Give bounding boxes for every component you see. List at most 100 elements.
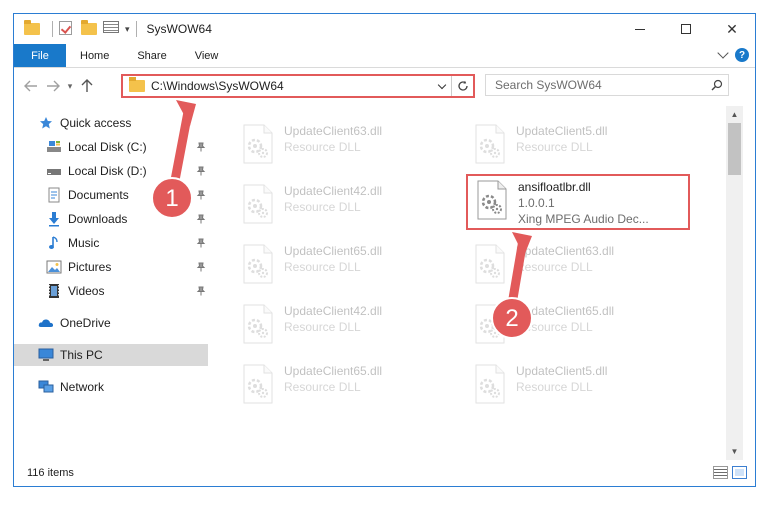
tab-share[interactable]: Share: [123, 44, 180, 67]
sidebar-item-label: Videos: [68, 284, 105, 298]
file-item[interactable]: UpdateClient5.dll Resource DLL: [466, 360, 690, 416]
sidebar-item-label: Downloads: [68, 212, 128, 226]
search-input[interactable]: [486, 78, 706, 92]
address-path[interactable]: C:\Windows\SysWOW64: [151, 79, 433, 93]
file-name: UpdateClient5.dll: [516, 124, 608, 138]
sidebar-item-pictures[interactable]: Pictures: [46, 256, 208, 278]
sidebar-item-local-disk-c[interactable]: Local Disk (C:): [46, 136, 208, 158]
sidebar-item-label: Local Disk (D:): [68, 164, 147, 178]
address-bar[interactable]: C:\Windows\SysWOW64: [121, 74, 475, 98]
file-list: UpdateClient63.dll Resource DLL UpdateClie…: [222, 106, 726, 460]
file-meta: UpdateClient63.dll Resource DLL: [516, 240, 614, 275]
pin-icon[interactable]: [196, 237, 206, 248]
sidebar-item-videos[interactable]: Videos: [46, 280, 208, 302]
sidebar-item-this-pc[interactable]: This PC: [14, 344, 208, 366]
file-item[interactable]: UpdateClient63.dll Resource DLL: [466, 240, 690, 296]
file-item[interactable]: UpdateClient42.dll Resource DLL: [234, 180, 458, 236]
back-button[interactable]: [20, 75, 42, 97]
forward-arrow-icon: [47, 80, 60, 92]
network-icon: [38, 379, 54, 395]
up-button[interactable]: [76, 75, 98, 97]
file-meta: UpdateClient65.dll Resource DLL: [516, 300, 614, 335]
sidebar-item-label: Pictures: [68, 260, 112, 274]
properties-icon[interactable]: [59, 21, 75, 37]
dll-file-icon: [474, 124, 506, 164]
sidebar-item-downloads[interactable]: Downloads: [46, 208, 208, 230]
file-type: Resource DLL: [284, 140, 361, 154]
file-item[interactable]: UpdateClient65.dll Resource DLL: [234, 240, 458, 296]
scroll-up-icon[interactable]: ▲: [726, 106, 743, 123]
file-name: ansifloatlbr.dll: [518, 180, 591, 194]
sidebar-item-quick-access[interactable]: Quick access: [38, 112, 208, 134]
pin-icon[interactable]: [196, 189, 206, 200]
file-meta: UpdateClient42.dll Resource DLL: [284, 300, 382, 335]
file-item-ansifloatlbr[interactable]: ansifloatlbr.dll 1.0.0.1 Xing MPEG Audio D…: [466, 174, 690, 230]
sidebar-item-label: Documents: [68, 188, 129, 202]
customize-dropdown-icon[interactable]: ▾: [125, 24, 130, 35]
search-box[interactable]: [485, 74, 729, 96]
dll-file-icon: [242, 124, 274, 164]
folder-icon: [129, 77, 145, 92]
ribbon: File Home Share View ?: [14, 44, 755, 68]
file-type: Resource DLL: [284, 320, 361, 334]
help-icon[interactable]: ?: [735, 48, 749, 62]
file-item[interactable]: UpdateClient65.dll Resource DLL: [234, 360, 458, 416]
dll-file-icon: [242, 364, 274, 404]
new-folder-icon[interactable]: [81, 20, 97, 37]
music-icon: [46, 235, 62, 251]
tiles-view-icon[interactable]: [732, 466, 747, 479]
file-version: 1.0.0.1: [518, 196, 555, 210]
expand-ribbon-icon[interactable]: [717, 47, 729, 59]
file-name: UpdateClient42.dll: [284, 184, 383, 198]
file-type: Resource DLL: [516, 140, 593, 154]
file-item[interactable]: UpdateClient42.dll Resource DLL: [234, 300, 458, 356]
customize-icon[interactable]: [103, 21, 119, 37]
file-name: UpdateClient65.dll: [284, 364, 383, 378]
pin-icon[interactable]: [196, 141, 206, 152]
documents-icon: [46, 187, 62, 203]
navigation-pane: Quick access Local Disk (C:) Local Disk …: [14, 106, 214, 458]
details-view-icon[interactable]: [713, 466, 728, 479]
dll-file-icon: [476, 180, 508, 220]
status-bar: 116 items: [14, 460, 755, 486]
window-controls: ✕: [617, 14, 755, 44]
sidebar-item-onedrive[interactable]: OneDrive: [38, 312, 208, 334]
pin-icon[interactable]: [196, 165, 206, 176]
file-type: Resource DLL: [516, 380, 593, 394]
recent-locations-dropdown-icon[interactable]: ▾: [64, 81, 76, 92]
file-item[interactable]: UpdateClient63.dll Resource DLL: [234, 120, 458, 176]
file-item[interactable]: UpdateClient65.dll Resource DLL: [466, 300, 690, 356]
view-switcher: [713, 466, 747, 479]
tab-file[interactable]: File: [14, 44, 66, 67]
pin-icon[interactable]: [196, 285, 206, 296]
close-button[interactable]: ✕: [709, 14, 755, 44]
refresh-button[interactable]: [451, 76, 473, 96]
scrollbar-thumb[interactable]: [728, 123, 741, 175]
folder-icon[interactable]: [24, 20, 40, 37]
sidebar-item-local-disk-d[interactable]: Local Disk (D:): [46, 160, 208, 182]
sidebar-item-documents[interactable]: Documents: [46, 184, 208, 206]
chevron-down-icon: [437, 80, 447, 89]
forward-button[interactable]: [42, 75, 64, 97]
minimize-button[interactable]: [617, 14, 663, 44]
search-icon[interactable]: [706, 79, 728, 91]
file-item[interactable]: UpdateClient5.dll Resource DLL: [466, 120, 690, 176]
maximize-button[interactable]: [663, 14, 709, 44]
toolbar-divider: [52, 21, 53, 37]
file-description: Xing MPEG Audio Dec...: [518, 212, 649, 226]
sidebar-item-network[interactable]: Network: [38, 376, 208, 398]
address-dropdown-button[interactable]: [433, 80, 451, 89]
dll-file-icon: [474, 304, 506, 344]
pin-icon[interactable]: [196, 213, 206, 224]
file-name: UpdateClient65.dll: [516, 304, 615, 318]
sidebar-item-music[interactable]: Music: [46, 232, 208, 254]
vertical-scrollbar[interactable]: ▲ ▼: [726, 106, 743, 460]
pin-icon[interactable]: [196, 261, 206, 272]
file-meta: ansifloatlbr.dll 1.0.0.1 Xing MPEG Audio D…: [518, 176, 649, 227]
maximize-icon: [681, 24, 691, 34]
file-type: Resource DLL: [284, 380, 361, 394]
back-arrow-icon: [24, 80, 37, 92]
tab-home[interactable]: Home: [66, 44, 123, 67]
scroll-down-icon[interactable]: ▼: [726, 443, 743, 460]
tab-view[interactable]: View: [181, 44, 233, 67]
